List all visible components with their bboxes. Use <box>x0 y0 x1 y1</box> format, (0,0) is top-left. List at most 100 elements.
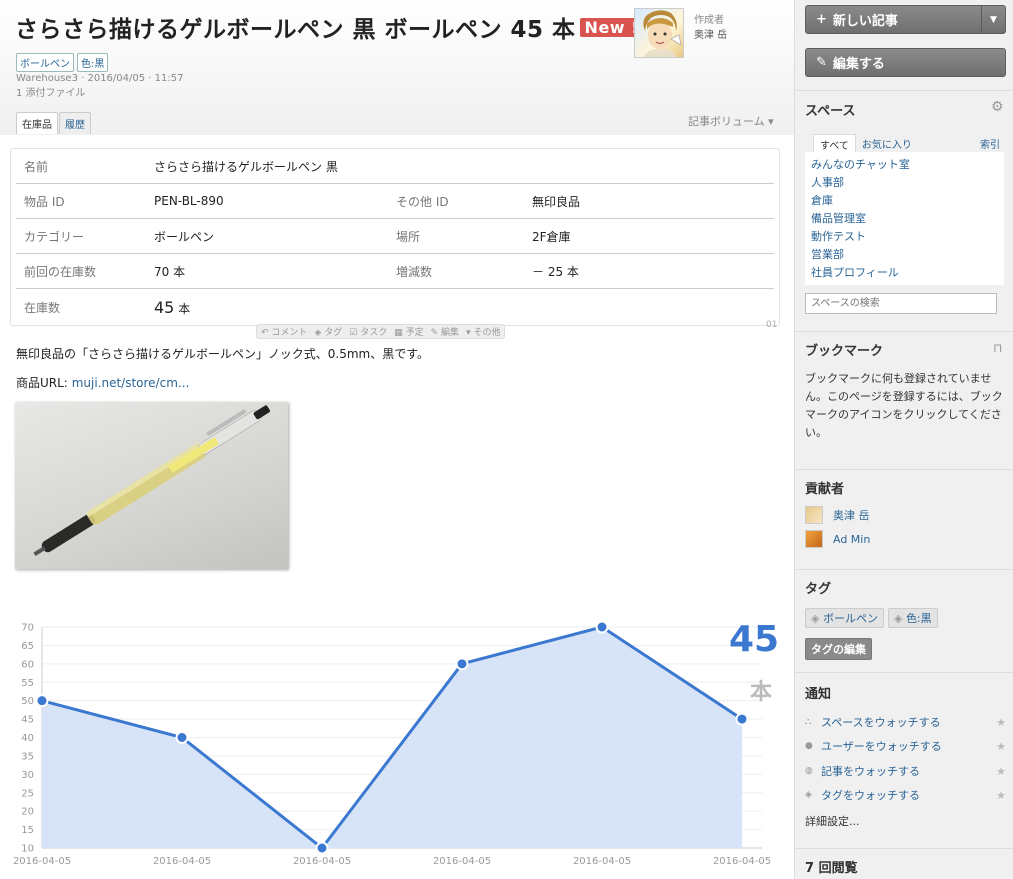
product-url-link[interactable]: muji.net/store/cm... <box>72 376 190 390</box>
tab-history[interactable]: 履歴 <box>59 112 91 134</box>
field-value: さらさら描けるゲルボールペン 黒 <box>154 159 338 174</box>
product-photo[interactable] <box>15 402 288 569</box>
detail-settings-link[interactable]: 詳細設定... <box>805 813 860 829</box>
inventory-table: 名前 さらさら描けるゲルボールペン 黒 物品 ID PEN-BL-890 その他… <box>10 148 780 326</box>
contributor-item[interactable]: Ad Min <box>805 530 870 548</box>
tab-favorite-spaces[interactable]: お気に入り <box>856 134 918 154</box>
watch-tag-item[interactable]: ◈ タグをウォッチする ★ <box>805 787 1006 803</box>
tag-chip[interactable]: 色:黒 <box>77 53 109 72</box>
tab-all-spaces[interactable]: すべて <box>813 134 856 154</box>
space-item[interactable]: 動作テスト <box>811 228 998 246</box>
star-icon[interactable]: ★ <box>996 789 1006 802</box>
task-action[interactable]: ☑ タスク <box>349 325 387 338</box>
meta-space-date: Warehouse3 · 2016/04/05 · 11:57 <box>16 73 184 84</box>
x-tick-label: 2016-04-05 <box>433 856 491 867</box>
x-tick-label: 2016-04-05 <box>13 856 71 867</box>
article-meta: Warehouse3 · 2016/04/05 · 11:57 1 添付ファイル <box>16 71 183 101</box>
watch-article-item[interactable]: ◍ 記事をウォッチする ★ <box>805 763 1006 779</box>
url-line: 商品URL: muji.net/store/cm... <box>16 374 189 391</box>
space-index-link[interactable]: 索引 <box>980 136 1000 151</box>
block-number: 01 <box>766 320 778 330</box>
watch-space-item[interactable]: ⛬ スペースをウォッチする ★ <box>805 714 1006 730</box>
more-label: その他 <box>473 328 501 338</box>
edit-label: 編集する <box>832 57 885 72</box>
y-tick-label: 15 <box>21 825 34 836</box>
tag-chip[interactable]: ボールペン <box>16 53 74 72</box>
space-search-input[interactable] <box>805 293 997 314</box>
y-tick-label: 10 <box>21 844 34 855</box>
new-article-button[interactable]: + 新しい記事 ▼ <box>805 5 1006 34</box>
category-link[interactable]: ボールペン <box>154 228 396 245</box>
space-item[interactable]: 倉庫 <box>811 192 998 210</box>
bookmark-heading: ブックマーク <box>805 344 884 359</box>
table-row: カテゴリー ボールペン 場所 2F倉庫 <box>16 219 774 254</box>
comment-action[interactable]: ↶ コメント <box>261 325 307 338</box>
y-tick-label: 60 <box>21 659 34 670</box>
space-item[interactable]: 営業部 <box>811 246 998 264</box>
tag-icon: ◈ <box>314 328 322 338</box>
edit-action[interactable]: ✎ 編集 <box>431 325 459 338</box>
star-icon[interactable]: ★ <box>996 740 1006 753</box>
avatar <box>805 506 823 524</box>
tag-chip[interactable]: ◈ 色:黒 <box>887 608 938 628</box>
x-tick-label: 2016-04-05 <box>573 856 631 867</box>
x-tick-label: 2016-04-05 <box>153 856 211 867</box>
watch-user-item[interactable]: ● ユーザーをウォッチする ★ <box>805 738 1006 754</box>
notify-heading: 通知 <box>805 687 832 702</box>
space-list: みんなのチャット室 人事部 倉庫 備品管理室 動作テスト 営業部 社員プロフィー… <box>805 152 1004 285</box>
space-item[interactable]: みんなのチャット室 <box>811 156 998 174</box>
more-action[interactable]: ▾ その他 <box>466 325 500 338</box>
field-label: その他 ID <box>396 194 449 209</box>
contributor-item[interactable]: 奥津 岳 <box>805 506 870 524</box>
new-article-label: 新しい記事 <box>832 14 898 29</box>
table-row: 前回の在庫数 70 本 増減数 － 25 本 <box>16 254 774 289</box>
data-point <box>455 657 469 671</box>
divider <box>795 848 1013 849</box>
sidebar-tags: ◈ ボールペン ◈ 色:黒 <box>805 608 938 628</box>
space-item[interactable]: 人事部 <box>811 174 998 192</box>
contributor-name: 奥津 岳 <box>833 509 870 522</box>
tags-heading: タグ <box>805 582 832 597</box>
edit-tags-button[interactable]: タグの編集 <box>805 638 872 660</box>
tag-action[interactable]: ◈ タグ <box>314 325 342 338</box>
x-tick-label: 2016-04-05 <box>293 856 351 867</box>
watch-tag-link: タグをウォッチする <box>821 789 920 802</box>
stock-number: 45 <box>154 297 175 317</box>
data-point <box>35 694 49 708</box>
caret-down-icon: ▾ <box>768 115 774 128</box>
gear-icon[interactable]: ⚙ <box>991 99 1004 115</box>
space-item[interactable]: 社員プロフィール <box>811 264 998 282</box>
space-item[interactable]: 備品管理室 <box>811 210 998 228</box>
table-row: 在庫数 45 本 <box>16 289 774 325</box>
schedule-action[interactable]: ▦ 予定 <box>394 325 423 338</box>
y-tick-label: 40 <box>21 733 34 744</box>
bookmark-icon[interactable]: ⊓ <box>993 341 1002 355</box>
avatar <box>805 530 823 548</box>
tab-inventory[interactable]: 在庫品 <box>16 112 58 134</box>
tag-chip[interactable]: ◈ ボールペン <box>805 608 884 628</box>
author-name[interactable]: 奥津 岳 <box>694 26 727 41</box>
article-pane: さらさら描けるゲルボールペン 黒 ボールペン 45 本 New ! 作成者 奥津 … <box>0 0 794 879</box>
star-icon[interactable]: ★ <box>996 765 1006 778</box>
divider <box>795 672 1013 673</box>
edit-button[interactable]: ✎ 編集する <box>805 48 1006 77</box>
stock-value: 45 本 <box>154 298 396 317</box>
contributor-name: Ad Min <box>833 532 871 546</box>
check-icon: ☑ <box>349 328 358 338</box>
volume-menu[interactable]: 記事ボリューム ▾ <box>688 113 774 129</box>
tag-label: ボールペン <box>822 612 878 625</box>
comments-icon: ◍ <box>805 766 813 776</box>
star-icon[interactable]: ★ <box>996 716 1006 729</box>
author-avatar[interactable] <box>634 8 684 58</box>
pencil-icon: ✎ <box>816 55 827 70</box>
table-row: 物品 ID PEN-BL-890 その他 ID 無印良品 <box>16 184 774 219</box>
attachment-count[interactable]: 1 添付ファイル <box>16 86 183 101</box>
caret-down-icon[interactable]: ▼ <box>981 6 1005 33</box>
user-icon: ● <box>805 741 813 751</box>
field-label: 在庫数 <box>24 300 61 315</box>
article-tabs: 在庫品 履歴 <box>16 112 92 134</box>
watch-article-link: 記事をウォッチする <box>821 765 920 778</box>
y-tick-label: 35 <box>21 751 34 762</box>
chart-current-unit: 本 <box>750 680 773 705</box>
edit-label: 編集 <box>441 328 460 338</box>
